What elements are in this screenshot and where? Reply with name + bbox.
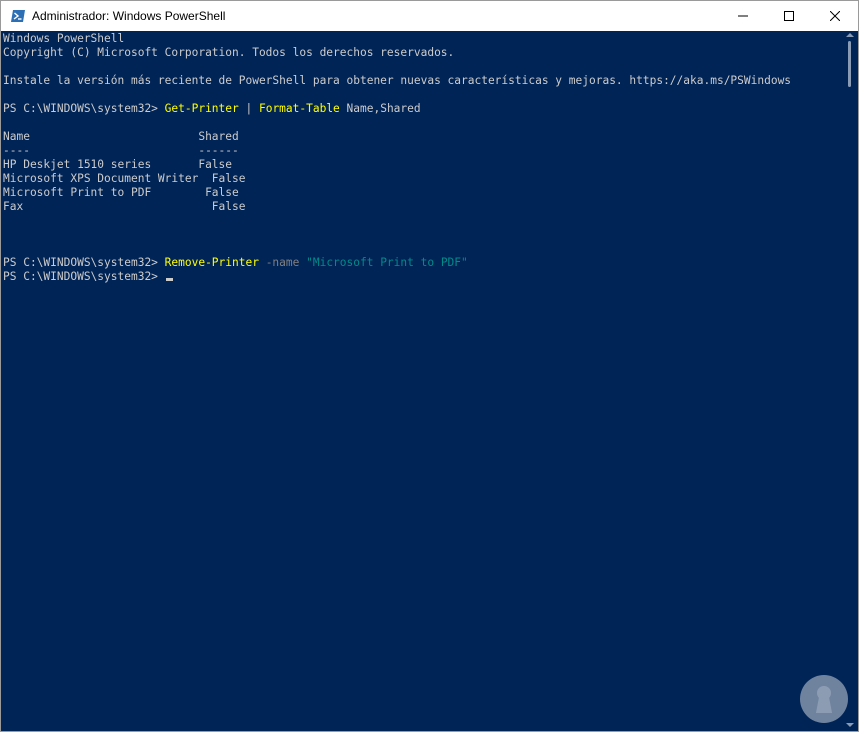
table-separator: ---- ------ bbox=[3, 144, 239, 157]
text-cursor bbox=[165, 278, 173, 281]
console-output[interactable]: Windows PowerShell Copyright (C) Microso… bbox=[1, 31, 841, 731]
maximize-icon bbox=[784, 11, 794, 21]
string-value: "Microsoft Print to PDF" bbox=[306, 256, 468, 269]
command-args: Name,Shared bbox=[339, 102, 421, 115]
table-header: Name Shared bbox=[3, 130, 239, 143]
window-controls bbox=[720, 1, 858, 31]
current-prompt-line: PS C:\WINDOWS\system32> bbox=[3, 270, 841, 284]
console-line: Instale la versión más reciente de Power… bbox=[3, 74, 792, 87]
maximize-button[interactable] bbox=[766, 1, 812, 31]
command-line: PS C:\WINDOWS\system32> Get-Printer | Fo… bbox=[3, 102, 841, 116]
minimize-icon bbox=[738, 11, 748, 21]
window-title: Administrador: Windows PowerShell bbox=[32, 9, 226, 23]
command-line: PS C:\WINDOWS\system32> Remove-Printer -… bbox=[3, 256, 841, 270]
pipe-operator: | bbox=[238, 102, 259, 115]
cmdlet-format-table: Format-Table bbox=[258, 102, 340, 115]
prompt: PS C:\WINDOWS\system32> bbox=[3, 102, 165, 115]
close-button[interactable] bbox=[812, 1, 858, 31]
scroll-thumb[interactable] bbox=[848, 41, 851, 87]
prompt: PS C:\WINDOWS\system32> bbox=[3, 270, 165, 283]
powershell-icon bbox=[10, 8, 26, 24]
minimize-button[interactable] bbox=[720, 1, 766, 31]
close-icon bbox=[830, 11, 840, 21]
parameter-name: -name bbox=[258, 256, 307, 269]
vertical-scrollbar[interactable] bbox=[841, 31, 858, 731]
table-row: Microsoft Print to PDF False bbox=[3, 186, 239, 199]
prompt: PS C:\WINDOWS\system32> bbox=[3, 256, 165, 269]
console-line: Copyright (C) Microsoft Corporation. Tod… bbox=[3, 46, 455, 59]
powershell-window: Administrador: Windows PowerShell Window… bbox=[0, 0, 859, 732]
scroll-up-arrow-icon[interactable] bbox=[846, 33, 854, 37]
keyhole-watermark-logo bbox=[798, 673, 850, 725]
table-row: Fax False bbox=[3, 200, 246, 213]
title-bar[interactable]: Administrador: Windows PowerShell bbox=[1, 1, 858, 31]
cmdlet-get-printer: Get-Printer bbox=[164, 102, 239, 115]
table-row: HP Deskjet 1510 series False bbox=[3, 158, 233, 171]
cmdlet-remove-printer: Remove-Printer bbox=[164, 256, 259, 269]
table-row: Microsoft XPS Document Writer False bbox=[3, 172, 246, 185]
console-line: Windows PowerShell bbox=[3, 32, 125, 45]
